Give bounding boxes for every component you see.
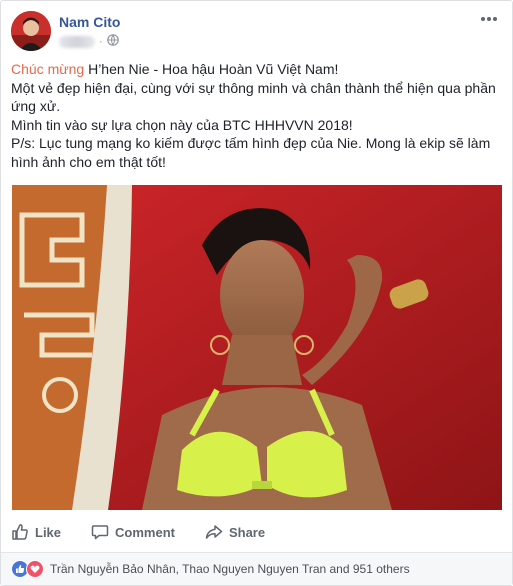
share-icon — [205, 523, 223, 541]
post-actions: Like Comment Share — [11, 519, 501, 545]
separator-dot: · — [99, 36, 103, 48]
post-line-4: P/s: Lục tung mạng ko kiếm được tấm hình… — [11, 135, 491, 170]
more-options-icon[interactable] — [478, 11, 500, 29]
author-avatar[interactable] — [11, 11, 51, 51]
like-label: Like — [35, 524, 62, 540]
reactions-bar: Trần Nguyễn Bảo Nhân, Thao Nguyen Nguyen… — [1, 553, 512, 585]
like-icon — [11, 523, 29, 541]
comment-label: Comment — [115, 524, 175, 540]
comment-icon — [91, 523, 109, 541]
comment-button[interactable]: Comment — [91, 523, 175, 541]
share-label: Share — [228, 524, 266, 540]
share-button[interactable]: Share — [205, 523, 265, 541]
post-timestamp-blurred[interactable] — [59, 36, 95, 48]
post-line-1: Chúc mừng H’hen Nie - Hoa hậu Hoàn Vũ Vi… — [11, 60, 501, 79]
lead-phrase: Chúc mừng — [11, 61, 85, 77]
reaction-icons[interactable] — [11, 560, 44, 578]
post-meta: · — [59, 34, 119, 50]
post-line-2: Một vẻ đẹp hiện đại, cùng với sự thông m… — [11, 79, 496, 115]
post-line-1-text: H’hen Nie - Hoa hậu Hoàn Vũ Việt Nam! — [88, 61, 339, 77]
post-photo[interactable] — [12, 185, 502, 510]
love-reaction-icon — [26, 560, 44, 578]
like-button[interactable]: Like — [11, 523, 61, 541]
post-header: Nam Cito · — [11, 11, 502, 53]
post-text: Chúc mừng H’hen Nie - Hoa hậu Hoàn Vũ Vi… — [11, 60, 501, 172]
reaction-names[interactable]: Trần Nguyễn Bảo Nhân, Thao Nguyen Nguyen… — [50, 562, 410, 576]
facebook-post-card: Nam Cito · Chúc mừng H’hen Nie - Hoa hậu… — [0, 0, 513, 586]
post-line-3: Mình tin vào sự lựa chọn này của BTC HHH… — [11, 116, 353, 133]
globe-icon[interactable] — [106, 33, 119, 51]
author-name[interactable]: Nam Cito — [59, 14, 120, 30]
